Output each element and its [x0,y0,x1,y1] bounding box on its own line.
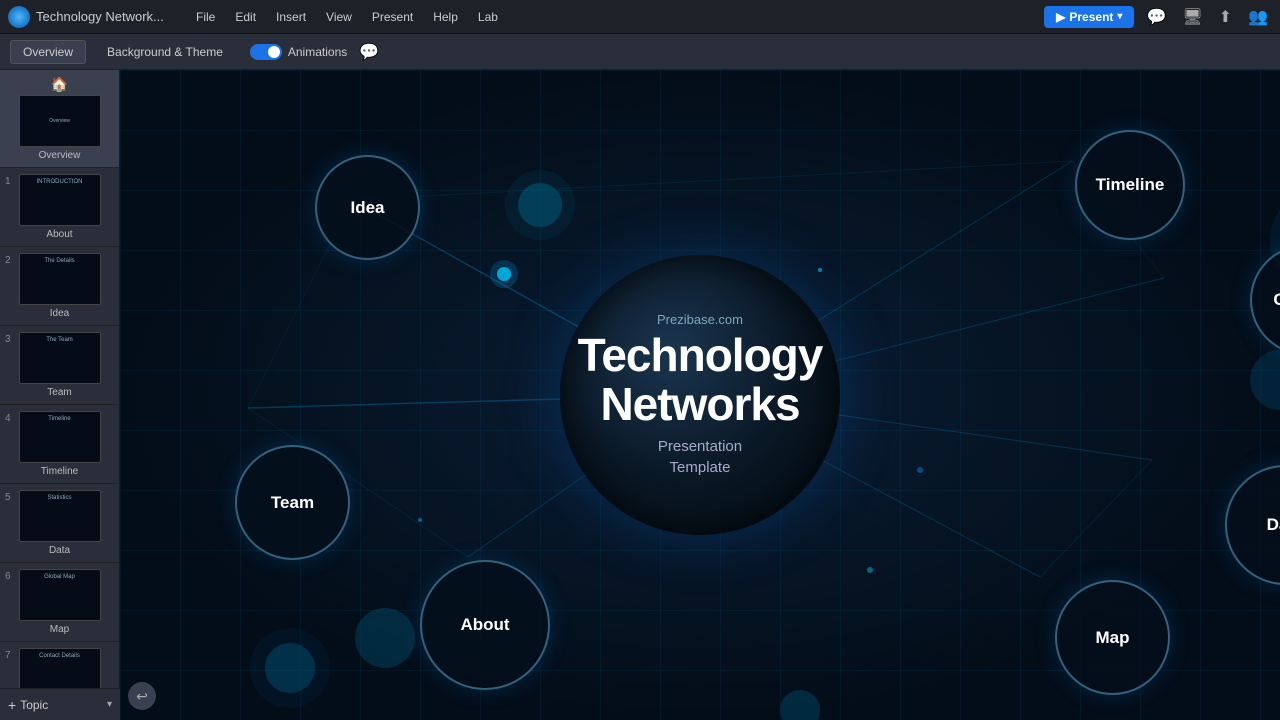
slide-item-about[interactable]: 1 INTRODUCTION About [0,168,119,247]
slide-item-data[interactable]: 5 Statistics Data [0,484,119,563]
menu-view[interactable]: View [318,7,360,27]
menu-file[interactable]: File [188,7,223,27]
present-label: Present [1069,10,1113,24]
slide-item-timeline[interactable]: 4 Timeline Timeline [0,405,119,484]
canvas-title: Technology Networks [578,331,823,428]
sphere-subtitle: Prezibase.com [657,312,743,327]
slide-thumb-idea: The Details [19,253,101,305]
back-button[interactable]: ↩ [128,682,156,710]
slide-label-team: Team [47,387,71,398]
main-layout: 🏠 Overview 1 INTRODUCTION About 2 The De… [0,70,1280,720]
slide-num-4: 4 [5,413,11,424]
present-dropdown-arrow[interactable]: ▾ [1117,11,1122,22]
slide-num-5: 5 [5,492,11,503]
comment-toolbar-icon[interactable]: 💬 [359,42,379,62]
node-timeline[interactable]: Timeline [1075,130,1185,240]
add-topic-bar: + Topic ▾ [0,688,120,720]
share-icon[interactable]: ⬆ [1215,5,1236,29]
slide-item-idea[interactable]: 2 The Details Idea [0,247,119,326]
slide-label-overview: Overview [39,150,81,161]
node-map[interactable]: Map [1055,580,1170,695]
menu-present[interactable]: Present [364,7,421,27]
plus-icon: + [8,697,16,713]
users-icon[interactable]: 👥 [1244,5,1272,29]
menu-bar: File Edit Insert View Present Help Lab [188,7,506,27]
slide-item-overview[interactable]: 🏠 Overview [0,70,119,168]
menu-insert[interactable]: Insert [268,7,314,27]
slide-label-data: Data [49,545,70,556]
add-topic-dropdown-arrow[interactable]: ▾ [107,699,112,710]
canvas-area[interactable]: Prezibase.com Technology Networks Presen… [120,70,1280,720]
slide-thumb-timeline: Timeline [19,411,101,463]
tab-overview[interactable]: Overview [10,40,86,64]
menu-lab[interactable]: Lab [470,7,506,27]
document-title: Technology Network... [36,9,164,24]
slide-num-6: 6 [5,571,11,582]
slide-item-team[interactable]: 3 The Team Team [0,326,119,405]
animations-toggle-group: Animations [250,44,347,60]
slide-num-2: 2 [5,255,11,266]
right-toolbar: ▶ Present ▾ 💬 🖥 ⬆ 👥 [1044,5,1272,29]
logo-area: Technology Network... [8,6,188,28]
slide-num-7: 7 [5,650,11,661]
back-arrow-icon: ↩ [136,688,148,705]
slide-label-idea: Idea [50,308,69,319]
node-idea[interactable]: Idea [315,155,420,260]
slide-thumb-overview [19,95,101,147]
slide-thumb-map: Global Map [19,569,101,621]
animations-toggle[interactable] [250,44,282,60]
slide-thumb-about: INTRODUCTION [19,174,101,226]
slide-num-1: 1 [5,176,11,187]
cloud-icon [8,6,30,28]
slide-preview-overview [20,96,100,146]
node-about[interactable]: About [420,560,550,690]
central-sphere: Prezibase.com Technology Networks Presen… [560,255,840,535]
tab-background-theme[interactable]: Background & Theme [94,40,236,64]
slide-item-map[interactable]: 6 Global Map Map [0,563,119,642]
menu-edit[interactable]: Edit [227,7,264,27]
slide-label-about: About [46,229,72,240]
animations-label: Animations [288,45,347,59]
secondary-toolbar: Overview Background & Theme Animations 💬 [0,34,1280,70]
present-button[interactable]: ▶ Present ▾ [1044,6,1134,28]
menu-help[interactable]: Help [425,7,466,27]
canvas-description: Presentation Template [658,436,742,478]
slide-label-map: Map [50,624,69,635]
add-topic-button[interactable]: + Topic [8,697,48,713]
home-icon: 🏠 [51,76,68,93]
slides-panel: 🏠 Overview 1 INTRODUCTION About 2 The De… [0,70,120,720]
node-team[interactable]: Team [235,445,350,560]
topbar: Technology Network... File Edit Insert V… [0,0,1280,34]
slide-thumb-team: The Team [19,332,101,384]
comment-icon[interactable]: 💬 [1142,5,1170,29]
slide-num-3: 3 [5,334,11,345]
slide-label-timeline: Timeline [41,466,78,477]
slide-thumb-data: Statistics [19,490,101,542]
screen-icon[interactable]: 🖥 [1178,5,1206,29]
add-topic-label: Topic [20,698,48,712]
